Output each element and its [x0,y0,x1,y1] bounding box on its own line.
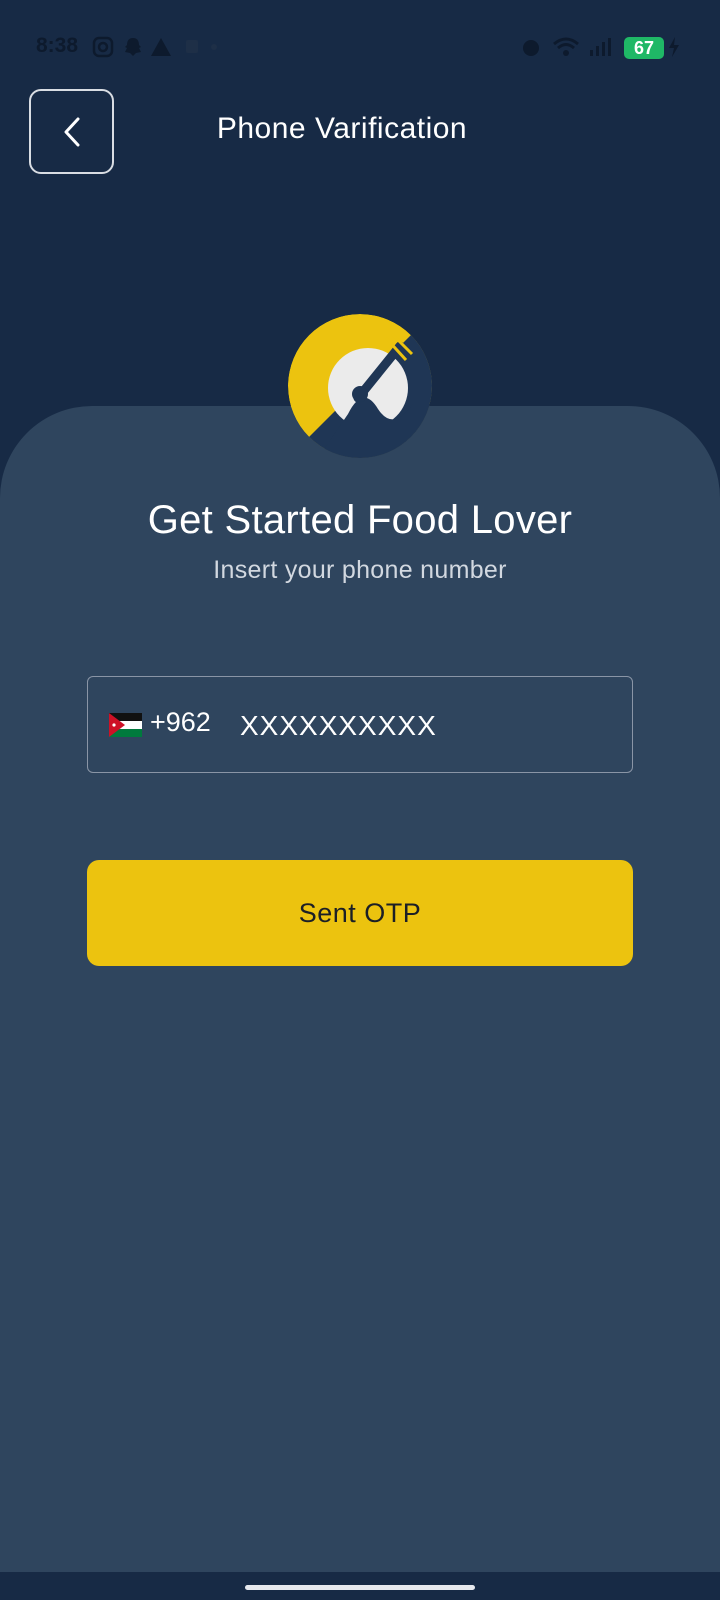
phone-number-input[interactable] [238,697,622,755]
page-title: Phone Varification [216,112,468,145]
send-otp-button[interactable]: Sent OTP [87,860,633,966]
headline: Get Started Food Lover [147,498,573,542]
wifi-icon [553,37,579,56]
charging-icon [669,37,679,57]
sim-icon [186,40,198,53]
jordan-flag-icon[interactable] [109,713,142,737]
country-dial-code[interactable]: +962 [150,707,211,738]
battery-indicator: 67 [624,37,664,59]
instagram-icon [92,36,114,58]
status-time: 8:38 [36,34,79,57]
snapchat-icon [125,38,141,56]
warning-icon [151,38,171,56]
app-logo [288,314,432,458]
home-indicator[interactable] [245,1585,475,1590]
status-bar: 8:38 67 [0,0,720,94]
subheadline: Insert your phone number [213,556,507,584]
dot-icon [211,44,217,50]
alarm-icon [523,40,539,56]
phone-number-field[interactable]: +962 [87,676,633,773]
signal-icon [590,38,611,56]
